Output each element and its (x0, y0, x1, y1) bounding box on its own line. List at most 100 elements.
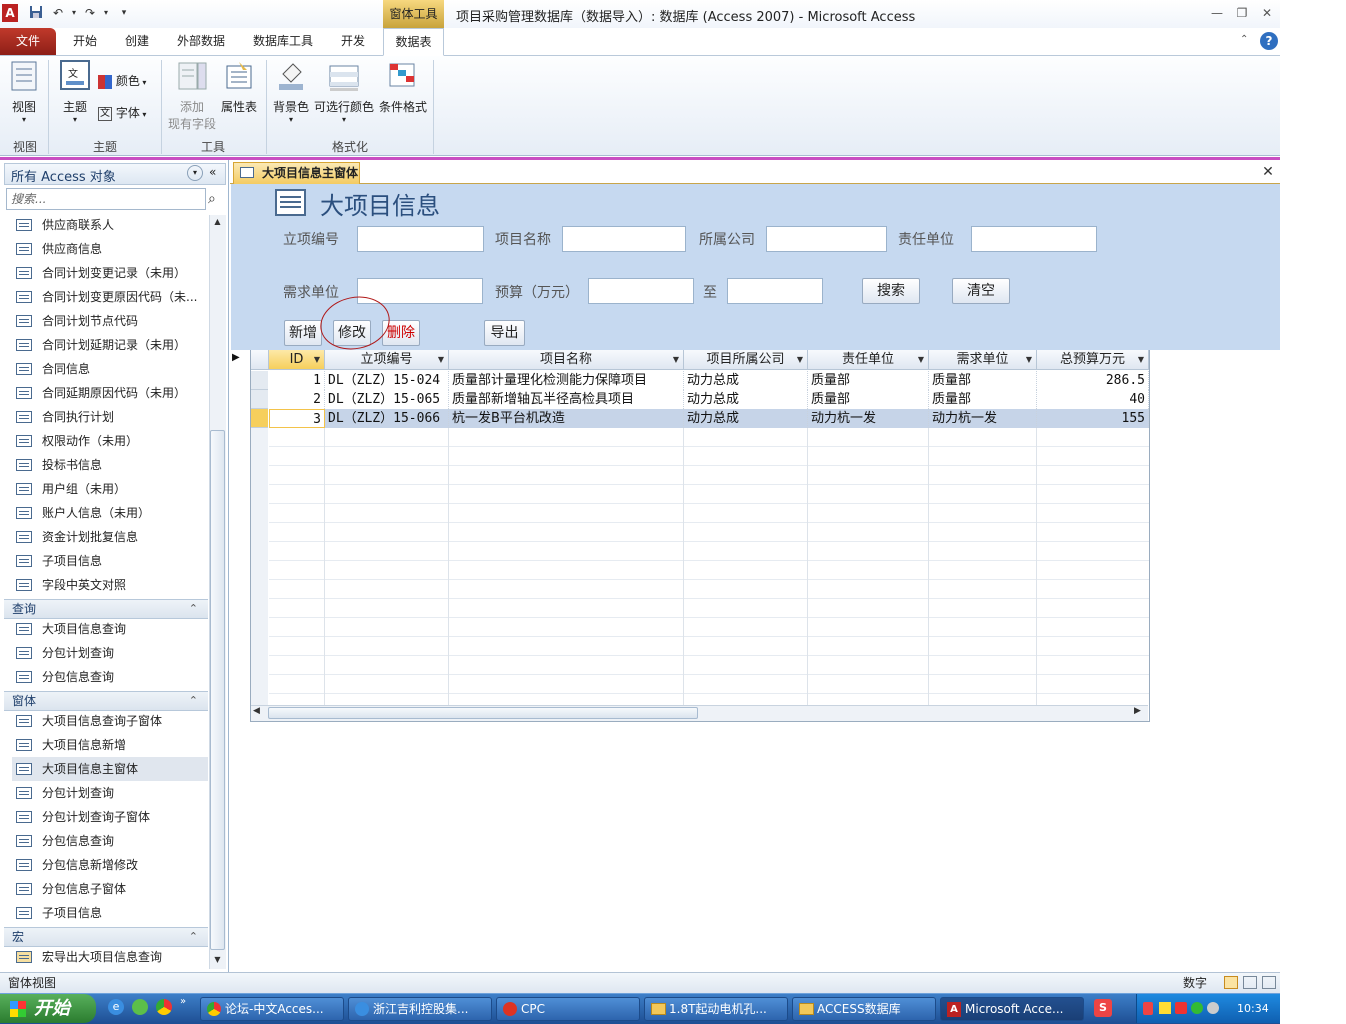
nav-form-item[interactable]: 分包信息新增修改 (12, 853, 208, 877)
cell-resp-unit[interactable]: 质量部 (808, 371, 929, 390)
browser-quicklaunch-icon[interactable] (132, 999, 148, 1015)
nav-form-item[interactable]: 分包信息查询 (12, 829, 208, 853)
tray-update-icon[interactable] (1191, 1002, 1203, 1014)
nav-menu-dropdown-icon[interactable]: ▾ (187, 165, 203, 181)
tab-database-tools[interactable]: 数据库工具 (244, 28, 322, 55)
nav-group-queries[interactable]: 查询 ⌃ (4, 599, 208, 619)
project-name-input[interactable] (562, 226, 686, 252)
horizontal-scrollbar-thumb[interactable] (268, 707, 698, 719)
add-button[interactable]: 新增 (284, 320, 322, 346)
tray-security-icon[interactable] (1175, 1002, 1187, 1014)
nav-query-item[interactable]: 分包信息查询 (12, 665, 208, 689)
cell-project-name[interactable]: 质量部新增轴瓦半径高检具项目 (449, 390, 684, 409)
cell-project-no[interactable]: DL（ZLZ）15-065 (325, 390, 449, 409)
column-header-company[interactable]: 项目所属公司 ▼ (684, 350, 808, 370)
resp-unit-input[interactable] (971, 226, 1097, 252)
cell-demand-unit[interactable]: 质量部 (929, 371, 1037, 390)
search-button[interactable]: 搜索 (862, 278, 920, 304)
tab-datasheet[interactable]: 数据表 (383, 28, 444, 56)
collapse-chevron-icon[interactable]: ⌃ (189, 600, 198, 618)
cell-resp-unit[interactable]: 质量部 (808, 390, 929, 409)
nav-table-item[interactable]: 账户人信息（未用） (12, 501, 208, 525)
row-selector-current[interactable] (251, 409, 268, 428)
nav-form-item[interactable]: 子项目信息 (12, 901, 208, 925)
budget-min-input[interactable] (588, 278, 694, 304)
cell-resp-unit[interactable]: 动力杭一发 (808, 409, 929, 428)
search-icon[interactable]: ⌕ (208, 191, 216, 207)
layout-view-icon[interactable] (1243, 976, 1257, 989)
row-selector[interactable] (251, 371, 268, 390)
column-header-resp-unit[interactable]: 责任单位 ▼ (808, 350, 929, 370)
nav-query-item[interactable]: 分包计划查询 (12, 641, 208, 665)
nav-table-item[interactable]: 资金计划批复信息 (12, 525, 208, 549)
nav-table-item[interactable]: 合同计划变更记录（未用） (12, 261, 208, 285)
project-no-input[interactable] (357, 226, 484, 252)
nav-form-item[interactable]: 分包计划查询子窗体 (12, 805, 208, 829)
column-filter-dropdown-icon[interactable]: ▼ (1138, 350, 1144, 369)
taskbar-item[interactable]: 浙江吉利控股集... (348, 997, 492, 1021)
sogou-ime-icon[interactable]: S (1094, 999, 1112, 1017)
cell-id[interactable]: 2 (269, 390, 325, 409)
nav-group-forms[interactable]: 窗体 ⌃ (4, 691, 208, 711)
collapse-chevron-icon[interactable]: ⌃ (189, 928, 198, 946)
nav-form-item[interactable]: 分包信息子窗体 (12, 877, 208, 901)
taskbar-item[interactable]: 1.8T起动电机孔... (644, 997, 788, 1021)
taskbar-item-active[interactable]: A Microsoft Acce... (940, 997, 1084, 1021)
nav-table-item[interactable]: 合同计划节点代码 (12, 309, 208, 333)
cell-budget[interactable]: 286.5 (1037, 371, 1149, 390)
nav-table-item[interactable]: 合同延期原因代码（未用） (12, 381, 208, 405)
column-header-id[interactable]: ID ▼ (269, 350, 325, 370)
cell-company[interactable]: 动力总成 (684, 390, 808, 409)
cell-budget[interactable]: 155 (1037, 409, 1149, 428)
document-tab[interactable]: 大项目信息主窗体 (233, 162, 360, 184)
tab-home[interactable]: 开始 (62, 28, 108, 55)
column-filter-dropdown-icon[interactable]: ▼ (673, 350, 679, 369)
tab-file[interactable]: 文件 (0, 28, 56, 55)
quicklaunch-overflow-icon[interactable]: » (180, 996, 186, 1007)
cell-project-no[interactable]: DL（ZLZ）15-066 (325, 409, 449, 428)
add-existing-fields-button[interactable]: 添加 现有字段 (166, 60, 218, 131)
start-button[interactable]: 开始 (0, 994, 96, 1023)
save-icon[interactable] (28, 5, 44, 21)
nav-form-item[interactable]: 大项目信息查询子窗体 (12, 709, 208, 733)
budget-max-input[interactable] (727, 278, 823, 304)
column-filter-dropdown-icon[interactable]: ▼ (918, 350, 924, 369)
tab-external-data[interactable]: 外部数据 (166, 28, 236, 55)
column-filter-dropdown-icon[interactable]: ▼ (314, 350, 320, 369)
redo-icon[interactable]: ↷ (82, 5, 98, 21)
company-input[interactable] (766, 226, 887, 252)
nav-table-item[interactable]: 用户组（未用） (12, 477, 208, 501)
nav-query-item[interactable]: 大项目信息查询 (12, 617, 208, 641)
cell-company[interactable]: 动力总成 (684, 371, 808, 390)
theme-button[interactable]: 文 主题 ▾ (56, 60, 94, 130)
cell-id[interactable]: 1 (269, 371, 325, 390)
clear-button[interactable]: 清空 (952, 278, 1010, 304)
collapse-chevron-icon[interactable]: ⌃ (189, 692, 198, 710)
design-view-icon[interactable] (1262, 976, 1276, 989)
nav-group-macros[interactable]: 宏 ⌃ (4, 927, 208, 947)
nav-table-item[interactable]: 供应商信息 (12, 237, 208, 261)
form-view-icon[interactable] (1224, 976, 1238, 989)
customize-quick-access-icon[interactable]: ▾ (116, 5, 132, 21)
nav-table-item[interactable]: 合同执行计划 (12, 405, 208, 429)
close-window-icon[interactable]: ✕ (1257, 5, 1277, 21)
nav-table-item[interactable]: 合同计划延期记录（未用） (12, 333, 208, 357)
nav-table-item[interactable]: 合同计划变更原因代码（未... (12, 285, 208, 309)
cell-budget[interactable]: 40 (1037, 390, 1149, 409)
conditional-formatting-button[interactable]: 条件格式 (376, 60, 430, 130)
column-filter-dropdown-icon[interactable]: ▼ (1026, 350, 1032, 369)
restore-icon[interactable]: ❐ (1232, 5, 1252, 21)
cell-id[interactable]: 3 (269, 409, 325, 428)
tray-app-icon[interactable] (1143, 1002, 1153, 1015)
nav-pane-header[interactable]: 所有 Access 对象 ▾ « (4, 163, 226, 185)
cell-company[interactable]: 动力总成 (684, 409, 808, 428)
fonts-button[interactable]: 文 字体 ▾ (98, 104, 156, 122)
table-row[interactable]: 1 DL（ZLZ）15-024 质量部计量理化检测能力保障项目 动力总成 质量部… (269, 371, 1149, 390)
scroll-down-arrow-icon[interactable]: ▼ (211, 955, 224, 967)
access-app-icon[interactable]: A (2, 4, 18, 22)
column-header-project-no[interactable]: 立项编号 ▼ (325, 350, 449, 370)
row-selector[interactable] (251, 390, 268, 409)
close-document-icon[interactable]: ✕ (1260, 164, 1276, 180)
taskbar-item[interactable]: 论坛-中文Acces... (200, 997, 344, 1021)
redo-dropdown-icon[interactable]: ▾ (98, 5, 114, 21)
